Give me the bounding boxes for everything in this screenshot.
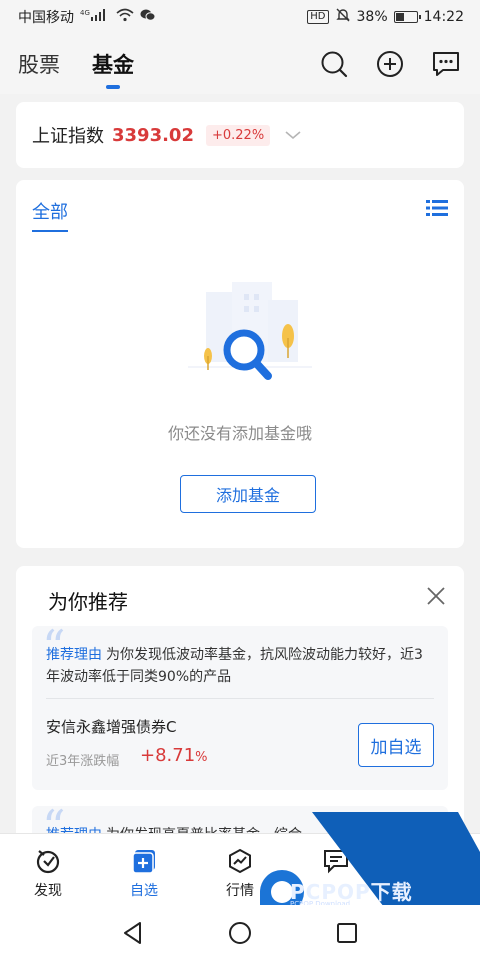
- nav-market[interactable]: 行情: [192, 834, 288, 905]
- market-icon: [229, 848, 251, 874]
- add-circle-icon[interactable]: [374, 48, 406, 80]
- tab-all[interactable]: 全部: [32, 198, 68, 232]
- wifi-icon: [116, 8, 134, 26]
- nav-label: 发现: [34, 883, 62, 899]
- recommend-title: 为你推荐: [48, 590, 128, 614]
- battery-percent: 38%: [356, 9, 388, 25]
- index-card[interactable]: 上证指数 3393.02 +0.22%: [16, 102, 464, 168]
- system-nav-bar: [0, 905, 480, 960]
- hd-badge: HD: [307, 10, 329, 24]
- app-header: 股票 基金: [0, 34, 480, 94]
- battery-level: [395, 13, 404, 21]
- close-icon[interactable]: [426, 586, 446, 606]
- wechat-icon: [140, 8, 156, 26]
- watchlist-icon: [132, 850, 155, 874]
- tab-stocks[interactable]: 股票: [18, 49, 60, 79]
- watchlist-card: 全部 你还没有添加基金哦 添加基金: [16, 180, 464, 548]
- empty-state-illustration: [188, 282, 312, 380]
- back-icon[interactable]: [120, 920, 146, 946]
- period-label: 近3年涨跌幅: [46, 754, 120, 769]
- fund-name: 安信永鑫增强债券C: [46, 718, 177, 736]
- mute-icon: [335, 7, 351, 27]
- list-view-icon[interactable]: [426, 198, 448, 218]
- discover-icon: [36, 850, 60, 874]
- battery-icon: [393, 11, 421, 23]
- bottom-nav: 发现 自选 行情: [0, 833, 480, 905]
- clock: 14:22: [423, 9, 464, 25]
- index-name: 上证指数: [32, 126, 104, 147]
- network-type: 4G: [80, 9, 90, 17]
- index-value: 3393.02: [112, 124, 194, 146]
- nav-discover[interactable]: 发现: [0, 834, 96, 905]
- nav-label: 行情: [226, 883, 254, 899]
- reason-label: 推荐理由: [46, 647, 102, 663]
- divider: [46, 698, 434, 699]
- index-change-badge: +0.22%: [205, 124, 271, 146]
- add-to-watchlist-button[interactable]: 加自选: [358, 723, 434, 767]
- fund-gain: +8.71%: [140, 745, 208, 766]
- recommend-card: 为你推荐 “ 推荐理由 为你发现低波动率基金，抗风险波动能力较好，近3年波动率低于…: [16, 566, 464, 866]
- recents-icon[interactable]: [334, 920, 360, 946]
- gain-value: +8.71: [140, 745, 196, 766]
- search-icon[interactable]: [318, 48, 350, 80]
- nav-label: 自选: [130, 883, 158, 899]
- recommend-reason: 推荐理由 为你发现低波动率基金，抗风险波动能力较好，近3年波动率低于同类90%的产…: [46, 644, 436, 688]
- reason-text: 为你发现低波动率基金，抗风险波动能力较好，近3年波动率低于同类90%的产品: [46, 647, 423, 685]
- signal-icon: 4G: [80, 8, 110, 26]
- add-fund-button[interactable]: 添加基金: [180, 475, 316, 513]
- chevron-down-icon[interactable]: [284, 126, 302, 144]
- message-icon[interactable]: [430, 48, 462, 80]
- home-icon[interactable]: [227, 920, 253, 946]
- recommend-item[interactable]: “ 推荐理由 为你发现低波动率基金，抗风险波动能力较好，近3年波动率低于同类90%…: [32, 624, 448, 790]
- carrier-label: 中国移动: [18, 10, 74, 26]
- tab-funds[interactable]: 基金: [92, 49, 134, 89]
- gain-unit: %: [195, 750, 208, 765]
- nav-community[interactable]: [288, 834, 384, 905]
- empty-state-text: 你还没有添加基金哦: [167, 424, 312, 443]
- community-icon: [324, 850, 348, 874]
- nav-watchlist[interactable]: 自选: [96, 834, 192, 905]
- status-bar: 中国移动 4G HD 38% 14:22: [0, 0, 480, 34]
